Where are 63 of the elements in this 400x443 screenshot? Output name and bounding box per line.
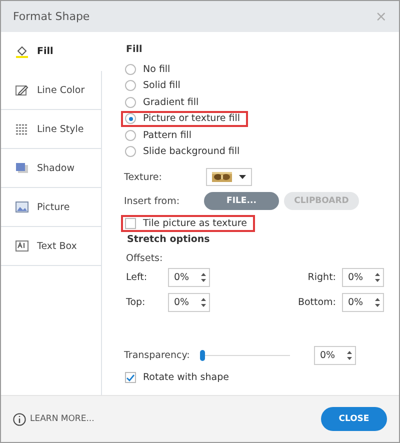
caret-icon bbox=[239, 175, 246, 179]
radio-button[interactable] bbox=[125, 64, 136, 75]
down-arrow-icon[interactable] bbox=[201, 278, 206, 282]
radio-option[interactable]: Gradient fill bbox=[121, 94, 207, 110]
text-box-icon bbox=[15, 240, 29, 252]
texture-label: Texture: bbox=[124, 172, 163, 182]
checkbox[interactable] bbox=[125, 372, 136, 384]
close-button[interactable]: CLOSE bbox=[321, 407, 387, 431]
learn-more-link[interactable]: LEARN MORE... bbox=[13, 412, 94, 426]
option-label: Gradient fill bbox=[143, 96, 199, 108]
radio-option[interactable]: Picture or texture fill bbox=[121, 110, 248, 127]
spin-field[interactable]: 0% bbox=[168, 292, 210, 312]
radio-button[interactable] bbox=[125, 146, 136, 158]
radio-button[interactable] bbox=[125, 113, 136, 124]
option-label: Picture or texture fill bbox=[143, 113, 240, 124]
spin-field[interactable]: 0% bbox=[168, 268, 210, 286]
transparency-label: Transparency: bbox=[124, 350, 191, 360]
offsets-label: Offsets: bbox=[126, 252, 164, 264]
up-arrow-icon[interactable] bbox=[375, 298, 380, 300]
option-label: Slide background fill bbox=[143, 146, 240, 158]
radio-option[interactable]: No fill bbox=[121, 61, 178, 78]
up-arrow-icon[interactable] bbox=[201, 272, 206, 276]
section-heading: Fill bbox=[126, 44, 144, 55]
up-arrow-icon[interactable] bbox=[375, 272, 380, 276]
up-arrow-icon[interactable] bbox=[347, 350, 352, 354]
offset-label: Left: bbox=[126, 272, 148, 282]
offset-label: Bottom: bbox=[298, 296, 336, 308]
texture-dropdown[interactable] bbox=[206, 168, 252, 186]
down-arrow-icon[interactable] bbox=[347, 356, 352, 360]
pencil-icon bbox=[15, 84, 29, 96]
down-arrow-icon[interactable] bbox=[201, 304, 206, 306]
radio-button[interactable] bbox=[125, 130, 136, 141]
info-icon bbox=[13, 412, 26, 426]
slider-thumb[interactable] bbox=[200, 350, 205, 360]
file-button[interactable]: FILE... bbox=[204, 192, 279, 210]
offset-label: Right: bbox=[308, 272, 336, 282]
offset-label: Top: bbox=[126, 296, 146, 308]
checkbox-option[interactable]: Rotate with shape bbox=[121, 370, 237, 386]
radio-option[interactable]: Solid fill bbox=[121, 78, 188, 94]
section-heading: Stretch options bbox=[127, 234, 211, 244]
line-style-icon bbox=[15, 123, 29, 135]
radio-button[interactable] bbox=[125, 80, 136, 92]
radio-button[interactable] bbox=[125, 96, 136, 108]
window-title: Format Shape bbox=[13, 10, 90, 23]
down-arrow-icon[interactable] bbox=[375, 278, 380, 282]
radio-option[interactable]: Pattern fill bbox=[121, 127, 200, 144]
up-arrow-icon[interactable] bbox=[201, 298, 206, 300]
spin-field[interactable]: 0% bbox=[342, 292, 384, 312]
insert-from-label: Insert from: bbox=[124, 196, 181, 206]
option-label: Pattern fill bbox=[143, 130, 192, 141]
down-arrow-icon[interactable] bbox=[375, 304, 380, 306]
paint-bucket-icon bbox=[15, 46, 29, 58]
checkbox[interactable] bbox=[125, 218, 136, 229]
picture-icon bbox=[15, 201, 29, 213]
option-label: Rotate with shape bbox=[143, 372, 229, 384]
radio-option[interactable]: Slide background fill bbox=[121, 144, 248, 160]
option-label: No fill bbox=[143, 64, 170, 75]
shadow-icon bbox=[15, 162, 29, 174]
spin-field[interactable]: 0% bbox=[314, 346, 356, 364]
option-label: Tile picture as texture bbox=[143, 218, 247, 229]
option-label: Solid fill bbox=[143, 80, 180, 92]
spin-field[interactable]: 0% bbox=[342, 268, 384, 286]
checkbox-option[interactable]: Tile picture as texture bbox=[121, 215, 255, 232]
